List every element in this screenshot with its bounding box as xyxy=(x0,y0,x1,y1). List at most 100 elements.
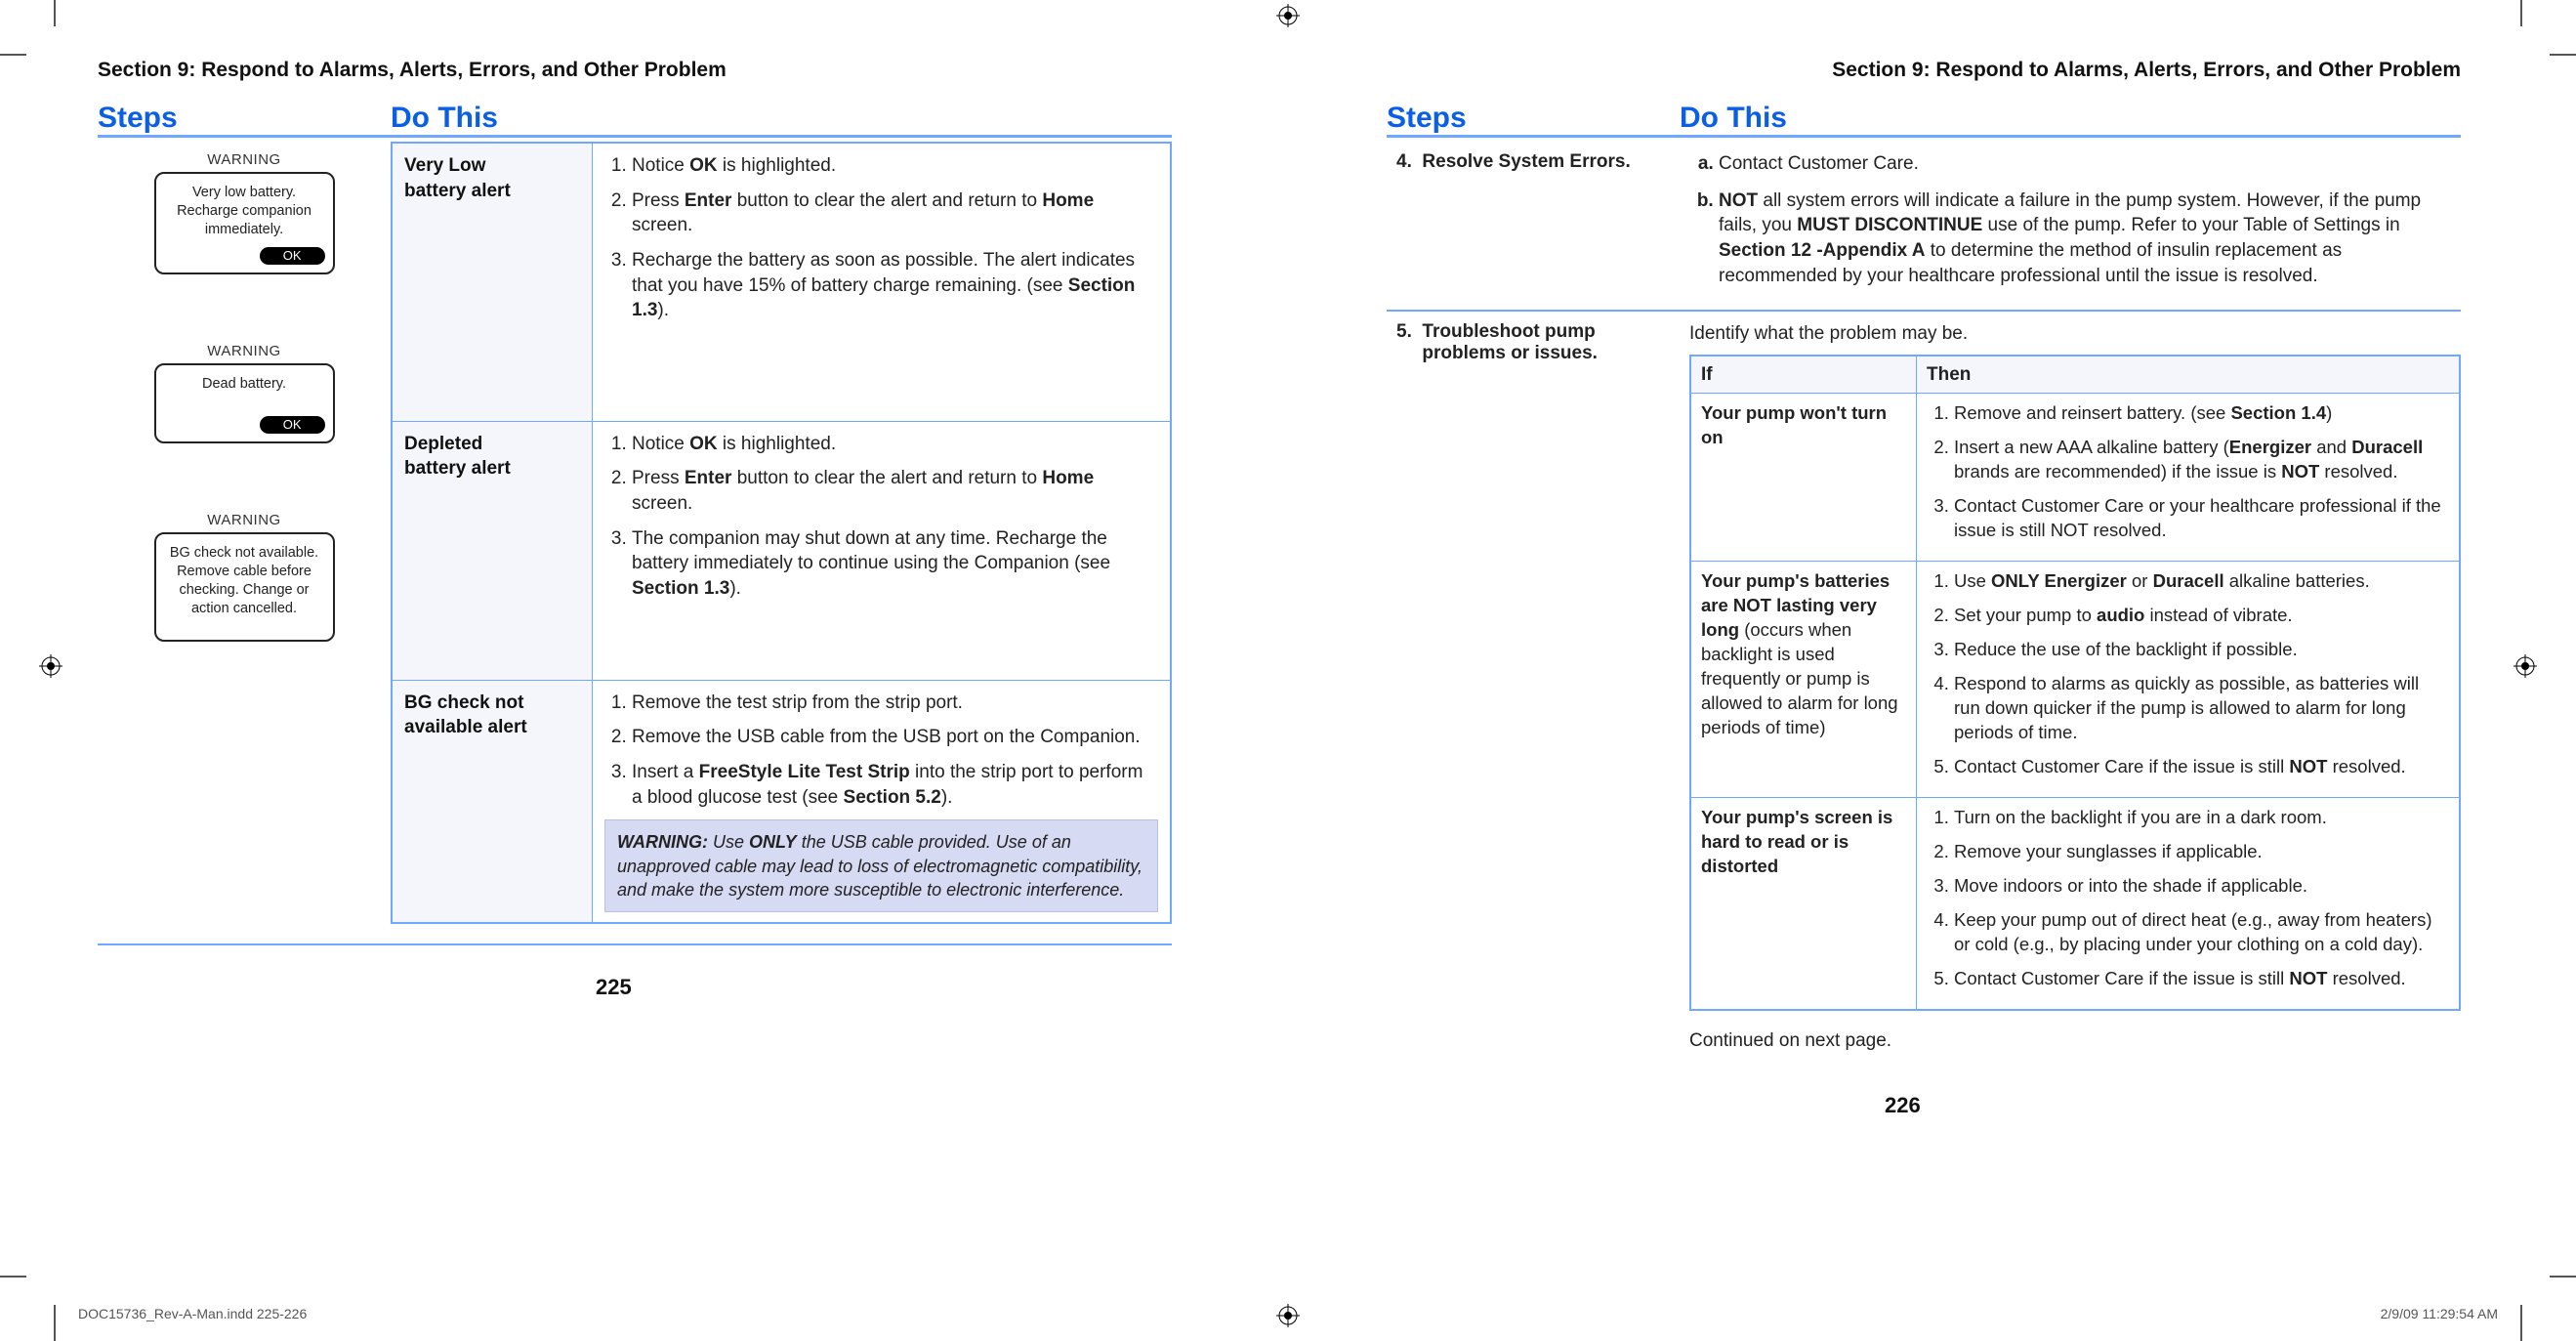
step-title-line: Troubleshoot pump xyxy=(1422,321,1595,342)
alert-instructions: Notice OK is highlighted. Press Enter but… xyxy=(593,143,1172,421)
device-screen: BG check not available. Remove cable bef… xyxy=(154,532,335,642)
then-item: Remove your sunglasses if applicable. xyxy=(1954,840,2449,864)
then-item: Move indoors or into the shade if applic… xyxy=(1954,874,2449,899)
then-header: Then xyxy=(1917,356,2461,394)
then-cell: Use ONLY Energizer or Duracell alkaline … xyxy=(1917,562,2461,798)
alert-instructions: Remove the test strip from the strip por… xyxy=(593,680,1172,923)
step-number: 5. xyxy=(1396,321,1412,342)
registration-mark-icon xyxy=(2514,654,2537,678)
timestamp-footer: 2/9/09 11:29:54 AM xyxy=(2381,1306,2498,1321)
step-label: 4. Resolve System Errors. xyxy=(1387,147,1689,304)
crop-mark xyxy=(2520,1305,2522,1341)
if-cell: Your pump's screen is hard to read or is… xyxy=(1690,798,1917,1010)
if-cell: Your pump won't turn on xyxy=(1690,394,1917,562)
steps-header: Steps xyxy=(98,102,391,135)
then-cell: Turn on the backlight if you are in a da… xyxy=(1917,798,2461,1010)
device-ok-button: OK xyxy=(260,247,325,266)
if-header: If xyxy=(1690,356,1917,394)
step-title-line: problems or issues. xyxy=(1422,343,1598,363)
alert-label: BG check notavailable alert xyxy=(392,680,593,923)
instruction-item: Remove the test strip from the strip por… xyxy=(632,691,1158,716)
steps-header: Steps xyxy=(1387,102,1680,135)
crop-mark xyxy=(2550,54,2576,56)
if-then-row: Your pump's screen is hard to read or is… xyxy=(1690,798,2460,1010)
alert-instructions: Notice OK is highlighted. Press Enter but… xyxy=(593,421,1172,680)
device-ok-button: OK xyxy=(260,416,325,435)
crop-mark xyxy=(54,1305,56,1341)
device-screenshot: WARNING BG check not available. Remove ca… xyxy=(154,512,335,642)
footer-rule xyxy=(98,943,1172,945)
step-5-row: 5. Troubleshoot pump problems or issues.… xyxy=(1387,312,2461,1063)
instruction-item: The companion may shut down at any time.… xyxy=(632,526,1158,602)
page-226: Section 9: Respond to Alarms, Alerts, Er… xyxy=(1387,59,2461,1118)
crop-mark xyxy=(2520,0,2522,26)
instruction-item: Press Enter button to clear the alert an… xyxy=(632,189,1158,238)
if-cell: Your pump's batteries are NOT lasting ve… xyxy=(1690,562,1917,798)
if-then-row: Your pump's batteries are NOT lasting ve… xyxy=(1690,562,2460,798)
warning-box: WARNING: Use ONLY the USB cable provided… xyxy=(604,819,1158,912)
instruction-item: Recharge the battery as soon as possible… xyxy=(632,248,1158,323)
step-5-label: 5. Troubleshoot pump problems or issues. xyxy=(1387,317,1689,1057)
if-then-table: If Then Your pump won't turn on Remove an… xyxy=(1689,355,2461,1011)
crop-mark xyxy=(0,54,26,56)
crop-mark xyxy=(0,1276,26,1278)
device-title: WARNING xyxy=(154,512,335,528)
then-item: Keep your pump out of direct heat (e.g.,… xyxy=(1954,908,2449,957)
table-row: Depletedbattery alertNotice OK is highli… xyxy=(392,421,1171,680)
column-header-row: Steps Do This xyxy=(98,102,1172,138)
page-number: 225 xyxy=(596,975,1172,1000)
registration-mark-icon xyxy=(39,654,62,678)
device-screenshot: WARNING Dead battery. OK xyxy=(154,343,335,443)
device-screen: Very low battery. Recharge companion imm… xyxy=(154,172,335,274)
lettered-item: Contact Customer Care. xyxy=(1719,151,2461,177)
instruction-item: Remove the USB cable from the USB port o… xyxy=(632,725,1158,750)
then-item: Contact Customer Care if the issue is st… xyxy=(1954,967,2449,991)
device-message: BG check not available. Remove cable bef… xyxy=(164,544,325,617)
running-head: Section 9: Respond to Alarms, Alerts, Er… xyxy=(1387,59,2461,82)
imprint-footer: DOC15736_Rev-A-Man.indd 225-226 xyxy=(78,1306,307,1321)
device-message: Very low battery. Recharge companion imm… xyxy=(164,184,325,239)
then-item: Insert a new AAA alkaline battery (Energ… xyxy=(1954,436,2449,484)
then-item: Respond to alarms as quickly as possible… xyxy=(1954,672,2449,745)
alert-label: Very Lowbattery alert xyxy=(392,143,593,421)
step-body: Contact Customer Care. NOT all system err… xyxy=(1689,147,2461,304)
instruction-item: Notice OK is highlighted. xyxy=(632,153,1158,179)
continued-text: Continued on next page. xyxy=(1689,1028,2461,1054)
crop-mark xyxy=(54,0,56,26)
device-title: WARNING xyxy=(154,151,335,168)
crop-mark xyxy=(2550,1276,2576,1278)
column-header-row: Steps Do This xyxy=(1387,102,2461,138)
instruction-item: Press Enter button to clear the alert an… xyxy=(632,466,1158,516)
print-spread: Section 9: Respond to Alarms, Alerts, Er… xyxy=(0,0,2576,1331)
device-screenshot: WARNING Very low battery. Recharge compan… xyxy=(154,151,335,274)
then-item: Remove and reinsert battery. (see Sectio… xyxy=(1954,401,2449,426)
then-item: Set your pump to audio instead of vibrat… xyxy=(1954,604,2449,628)
device-screen: Dead battery. OK xyxy=(154,363,335,443)
table-row: Very Lowbattery alertNotice OK is highli… xyxy=(392,143,1171,421)
troubleshoot-intro: Identify what the problem may be. xyxy=(1689,321,2461,347)
running-head: Section 9: Respond to Alarms, Alerts, Er… xyxy=(98,59,1172,82)
alerts-table: Very Lowbattery alertNotice OK is highli… xyxy=(391,142,1172,924)
do-this-header: Do This xyxy=(1680,102,2461,135)
table-row: BG check notavailable alert Remove the te… xyxy=(392,680,1171,923)
device-screenshots-column: WARNING Very low battery. Recharge compan… xyxy=(98,142,391,924)
then-item: Contact Customer Care if the issue is st… xyxy=(1954,755,2449,779)
then-item: Use ONLY Energizer or Duracell alkaline … xyxy=(1954,569,2449,594)
lettered-item: NOT all system errors will indicate a fa… xyxy=(1719,189,2461,289)
registration-mark-icon xyxy=(1276,4,1300,27)
then-item: Contact Customer Care or your healthcare… xyxy=(1954,494,2449,543)
then-item: Turn on the backlight if you are in a da… xyxy=(1954,806,2449,830)
page-number: 226 xyxy=(1885,1093,2461,1118)
instruction-item: Notice OK is highlighted. xyxy=(632,432,1158,457)
do-this-header: Do This xyxy=(391,102,1172,135)
device-title: WARNING xyxy=(154,343,335,359)
if-then-row: Your pump won't turn on Remove and reinse… xyxy=(1690,394,2460,562)
then-item: Reduce the use of the backlight if possi… xyxy=(1954,638,2449,662)
registration-mark-icon xyxy=(1276,1304,1300,1327)
then-cell: Remove and reinsert battery. (see Sectio… xyxy=(1917,394,2461,562)
instruction-item: Insert a FreeStyle Lite Test Strip into … xyxy=(632,760,1158,810)
device-message: Dead battery. xyxy=(164,375,325,394)
page-225: Section 9: Respond to Alarms, Alerts, Er… xyxy=(98,59,1172,1000)
step-4-row: 4. Resolve System Errors.Contact Custome… xyxy=(1387,142,2461,312)
alert-label: Depletedbattery alert xyxy=(392,421,593,680)
